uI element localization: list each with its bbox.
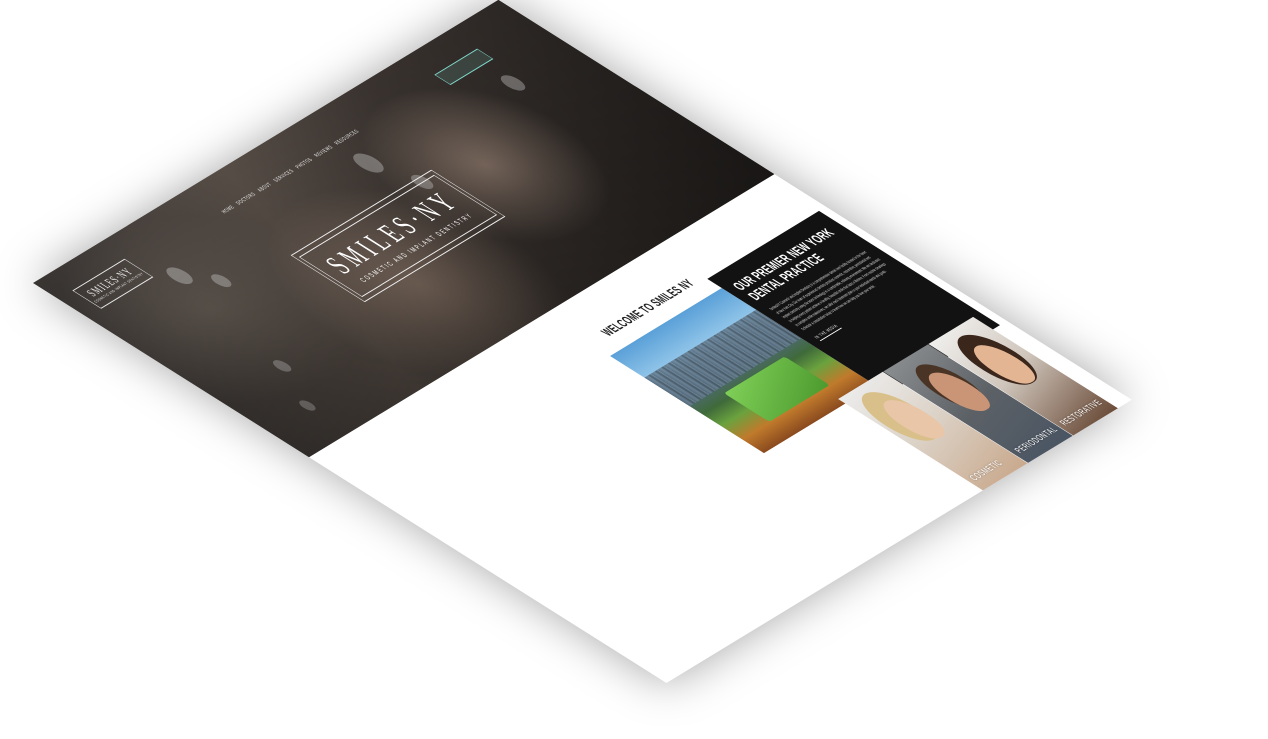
service-label: COSMETIC — [967, 458, 1006, 483]
website-page: SMILES·NY COSMETIC AND IMPLANT DENTISTRY… — [33, 0, 1132, 683]
in-the-media-link[interactable]: IN THE MEDIA — [813, 323, 842, 342]
service-label: PERIODONTAL — [1012, 425, 1061, 455]
mockup-stage: SMILES·NY COSMETIC AND IMPLANT DENTISTRY… — [0, 0, 1268, 739]
service-label: RESTORATIVE — [1057, 398, 1106, 428]
